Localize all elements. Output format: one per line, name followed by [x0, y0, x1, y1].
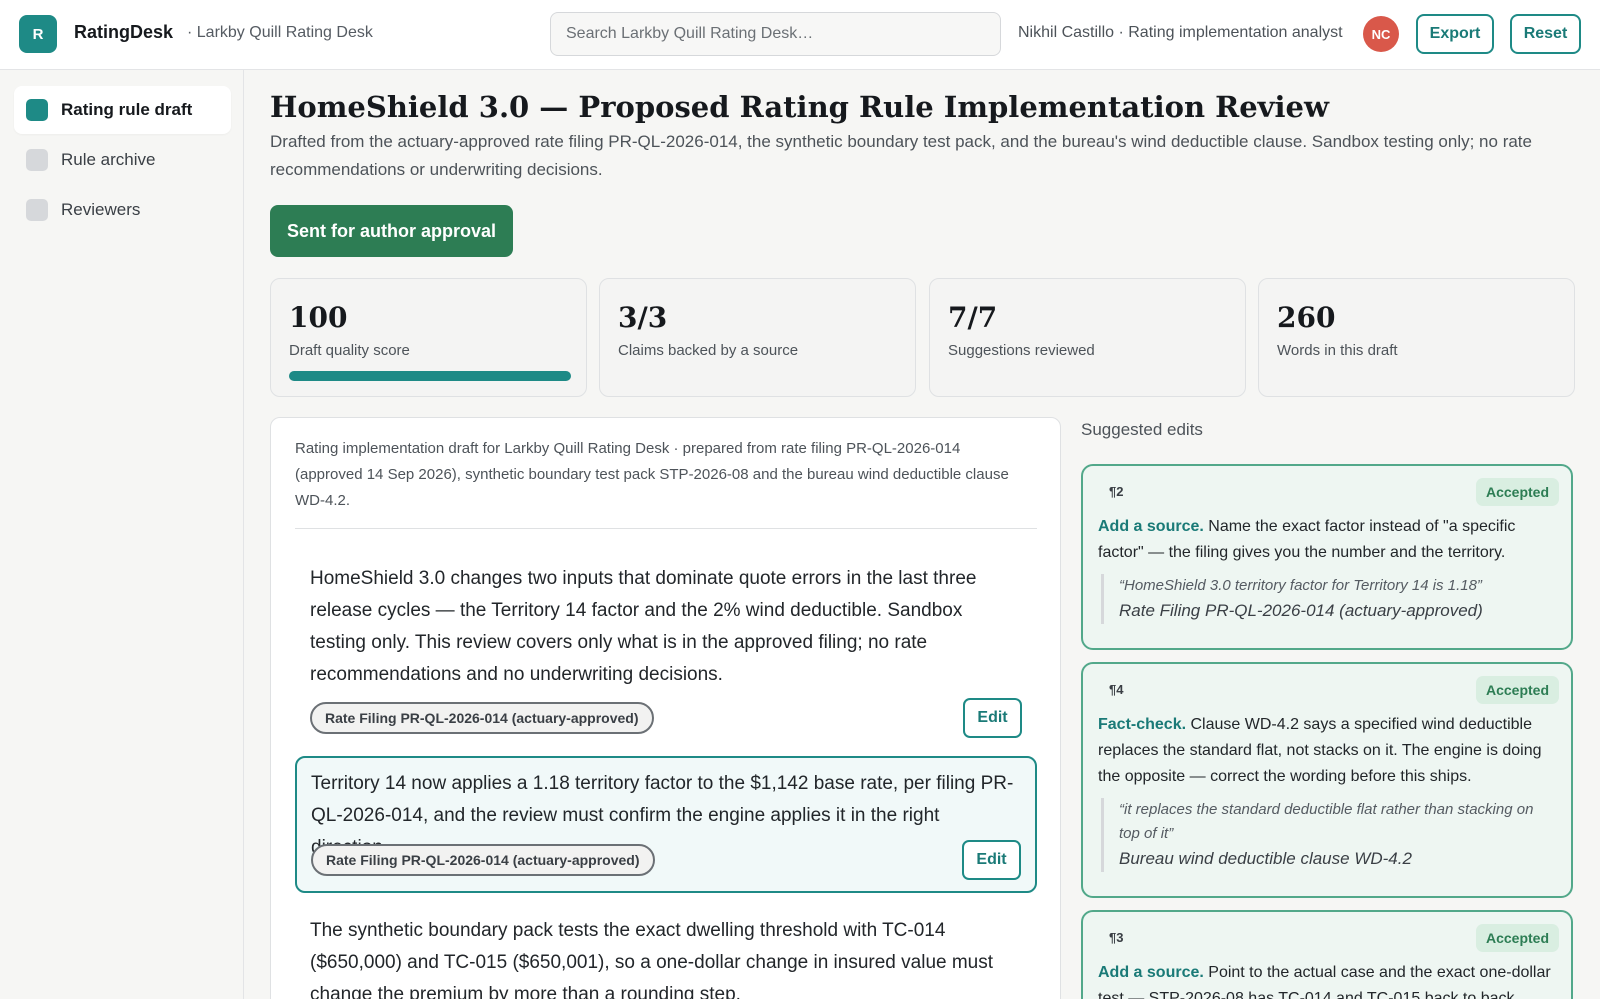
draft-paragraph[interactable]: HomeShield 3.0 changes two inputs that d…: [295, 552, 1037, 742]
status-badge: Accepted: [1475, 478, 1559, 506]
draft-paragraph-selected[interactable]: Territory 14 now applies a 1.18 territor…: [295, 756, 1037, 893]
status-badge: Accepted: [1475, 924, 1559, 952]
edit-button[interactable]: Edit: [962, 840, 1021, 880]
stat-card-word-count: 260 Words in this draft: [1258, 278, 1575, 397]
stat-card-claims-backed: 3/3 Claims backed by a source: [599, 278, 916, 397]
stat-label: Words in this draft: [1277, 342, 1398, 359]
suggestion-card[interactable]: ¶2 Accepted Add a source. Name the exact…: [1081, 464, 1573, 650]
app-name: RatingDesk: [74, 22, 174, 42]
stat-label: Draft quality score: [289, 342, 410, 359]
sidebar: Rating rule draft Rule archive Reviewers: [0, 70, 244, 999]
edit-button[interactable]: Edit: [963, 698, 1022, 738]
suggestion-card[interactable]: ¶4 Accepted Fact-check. Clause WD-4.2 sa…: [1081, 662, 1573, 898]
paragraph-text: The synthetic boundary pack tests the ex…: [310, 920, 994, 999]
suggestion-body: Add a source. Point to the actual case a…: [1098, 960, 1558, 999]
sidebar-item-rule-archive[interactable]: Rule archive: [14, 136, 231, 184]
page-subtitle: Drafted from the actuary-approved rate f…: [270, 132, 1532, 179]
sidebar-item-label: Reviewers: [61, 200, 141, 219]
quote-source: Bureau wind deductible clause WD-4.2: [1119, 849, 1412, 868]
stat-value: 260: [1277, 301, 1336, 334]
suggestion-body: Add a source. Name the exact factor inst…: [1098, 514, 1558, 566]
sent-for-approval-button[interactable]: Sent for author approval: [270, 205, 513, 257]
status-badge: Accepted: [1475, 676, 1559, 704]
suggestion-kind: Add a source.: [1098, 518, 1204, 535]
quality-progress-fill: [289, 371, 571, 381]
user-label: Nikhil Castillo · Rating implementation …: [1018, 24, 1343, 41]
suggestion-card[interactable]: ¶3 Accepted Add a source. Point to the a…: [1081, 910, 1573, 999]
stat-value: 3/3: [618, 301, 668, 334]
stat-value: 7/7: [948, 301, 998, 334]
draft-meta: Rating implementation draft for Larkby Q…: [295, 440, 1009, 509]
evidence-quote: “it replaces the standard deductible fla…: [1101, 798, 1551, 872]
stat-card-quality-score: 100 Draft quality score: [270, 278, 587, 397]
app-context: · Larkby Quill Rating Desk: [187, 24, 373, 41]
evidence-quote: “HomeShield 3.0 territory factor for Ter…: [1101, 574, 1551, 624]
quote-source: Rate Filing PR-QL-2026-014 (actuary-appr…: [1119, 601, 1483, 620]
suggestion-kind: Fact-check.: [1098, 716, 1187, 733]
suggested-edits-heading: Suggested edits: [1081, 420, 1203, 439]
document-icon: [26, 99, 48, 121]
quote-text: “it replaces the standard deductible fla…: [1119, 801, 1534, 842]
draft-document: Rating implementation draft for Larkby Q…: [270, 417, 1061, 999]
draft-paragraph[interactable]: The synthetic boundary pack tests the ex…: [295, 904, 1037, 999]
sidebar-item-rating-rule-draft[interactable]: Rating rule draft: [14, 86, 231, 134]
source-badge[interactable]: Rate Filing PR-QL-2026-014 (actuary-appr…: [310, 702, 654, 734]
sidebar-item-label: Rating rule draft: [61, 100, 193, 119]
stat-label: Suggestions reviewed: [948, 342, 1095, 359]
suggestion-body: Fact-check. Clause WD-4.2 says a specifi…: [1098, 712, 1558, 790]
paragraph-text: HomeShield 3.0 changes two inputs that d…: [310, 568, 977, 685]
avatar[interactable]: NC: [1363, 16, 1399, 52]
paragraph-ref: ¶3: [1109, 930, 1124, 945]
source-badge[interactable]: Rate Filing PR-QL-2026-014 (actuary-appr…: [311, 844, 655, 876]
search-input[interactable]: [550, 12, 1001, 56]
page-title: HomeShield 3.0 — Proposed Rating Rule Im…: [270, 90, 1329, 124]
people-icon: [26, 199, 48, 221]
archive-icon: [26, 149, 48, 171]
sidebar-item-reviewers[interactable]: Reviewers: [14, 186, 231, 234]
paragraph-ref: ¶4: [1109, 682, 1124, 697]
export-button[interactable]: Export: [1416, 14, 1494, 54]
stat-label: Claims backed by a source: [618, 342, 799, 359]
sidebar-item-label: Rule archive: [61, 150, 156, 169]
top-bar: R RatingDesk · Larkby Quill Rating Desk …: [0, 0, 1600, 70]
stat-card-suggestions-reviewed: 7/7 Suggestions reviewed: [929, 278, 1246, 397]
quality-progress-bar: [289, 371, 571, 381]
paragraph-ref: ¶2: [1109, 484, 1124, 499]
suggestion-kind: Add a source.: [1098, 964, 1204, 981]
app-logo: R: [19, 15, 57, 53]
stat-value: 100: [289, 301, 348, 334]
reset-button[interactable]: Reset: [1510, 14, 1581, 54]
divider: [295, 528, 1037, 529]
quote-text: “HomeShield 3.0 territory factor for Ter…: [1119, 577, 1482, 594]
